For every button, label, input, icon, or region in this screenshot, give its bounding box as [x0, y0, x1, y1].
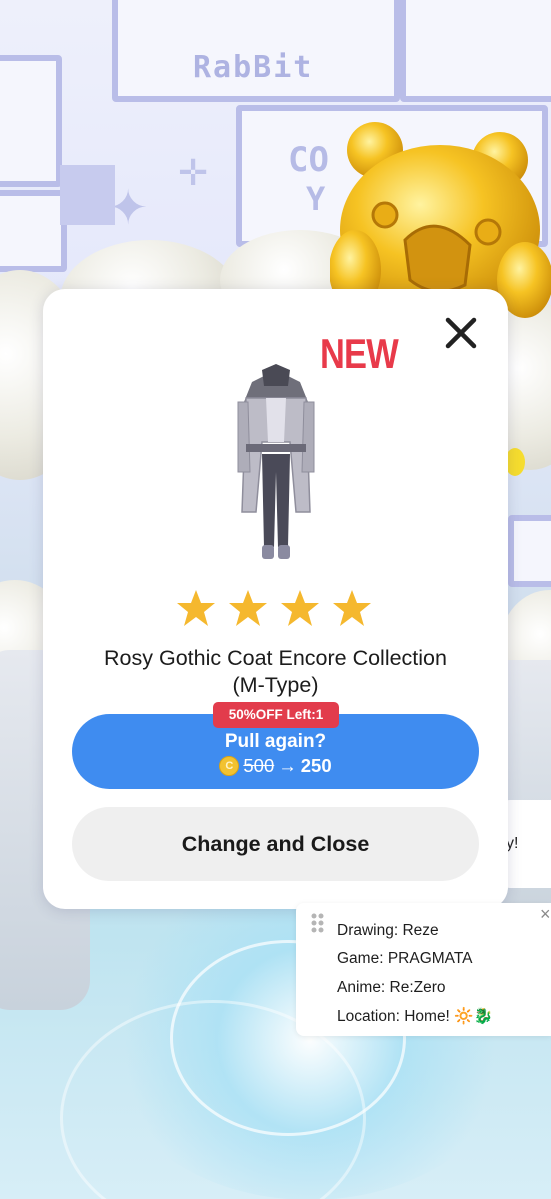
coin-icon: C: [219, 756, 240, 776]
item-name-line2: (M-Type): [232, 673, 319, 697]
star-icon: [177, 590, 215, 626]
star-icon: [333, 590, 371, 626]
side-card-close-icon[interactable]: ×: [540, 904, 551, 925]
change-and-close-button[interactable]: Change and Close: [72, 807, 479, 881]
item-name: Rosy Gothic Coat Encore Collection (M-Ty…: [43, 645, 508, 699]
close-icon: [445, 317, 477, 349]
pixel-window-right-top: [400, 0, 551, 102]
side-card-line: Anime: Re:Zero: [337, 979, 446, 996]
new-price: 250: [300, 755, 332, 776]
price-arrow: →: [278, 755, 297, 776]
old-price: 500: [243, 755, 275, 776]
star-icon: [281, 590, 319, 626]
new-badge: NEW: [320, 330, 399, 377]
side-card-line: Game: PRAGMATA: [337, 950, 473, 967]
sparkle-icon: ✛: [178, 152, 209, 193]
item-name-line1: Rosy Gothic Coat Encore Collection: [104, 646, 447, 670]
window-text-y: Y: [306, 180, 326, 218]
close-button[interactable]: [440, 312, 482, 354]
pull-again-label: Pull again?: [224, 731, 327, 752]
drag-handle-icon[interactable]: [310, 912, 324, 934]
pull-price: C 500 → 250: [72, 755, 479, 777]
side-card-line: Location: Home! 🔆🐉: [337, 1008, 493, 1025]
yellow-sparkle: [505, 448, 525, 476]
pixel-window-left-mid: [0, 190, 67, 272]
sparkle-icon: [60, 165, 115, 225]
pixel-window-left: [0, 55, 62, 187]
gothic-coat-outfit-image: [237, 364, 315, 559]
window-text-co: CO: [288, 140, 329, 180]
side-card-line: Drawing: Reze: [337, 922, 439, 939]
rarity-stars: [176, 588, 376, 632]
star-icon: [229, 590, 267, 626]
rabbit-sign: RabBit: [193, 50, 314, 85]
discount-badge: 50%OFF Left:1: [213, 702, 339, 728]
pixel-window-right-mid: [508, 515, 551, 587]
